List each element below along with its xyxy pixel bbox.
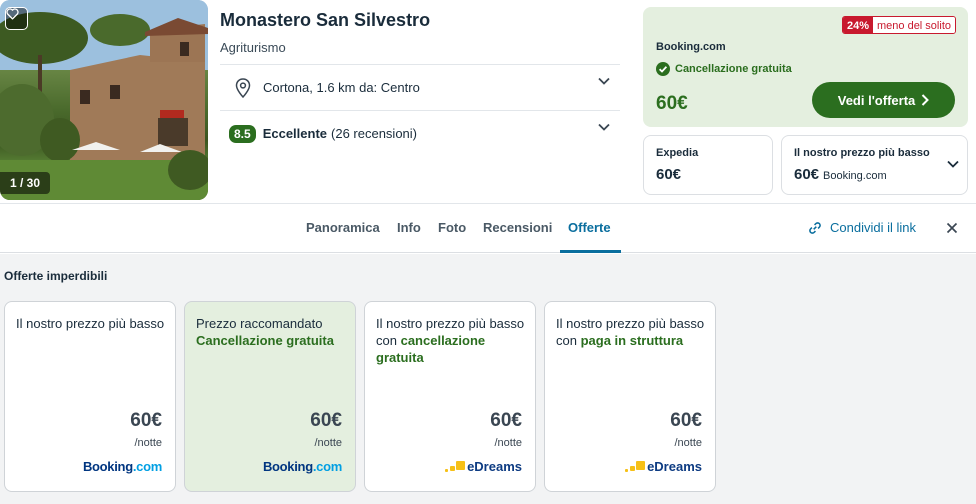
- booking-logo: Booking.com: [262, 459, 342, 474]
- discount-badge: 24% meno del solito: [841, 16, 956, 34]
- deal-price: 60€: [130, 410, 162, 431]
- favorite-button[interactable]: [5, 7, 28, 30]
- cancellation-label: Cancellazione gratuita: [675, 63, 792, 75]
- deal-per-night: /notte: [674, 437, 702, 449]
- tab-recensioni[interactable]: Recensioni: [483, 220, 552, 235]
- deal-highlight: Cancellazione gratuita: [196, 333, 334, 348]
- close-icon[interactable]: [946, 222, 958, 234]
- deal-card-recommended[interactable]: Prezzo raccomandato Cancellazione gratui…: [184, 301, 356, 492]
- deal-per-night: /notte: [494, 437, 522, 449]
- view-offer-label: Vedi l'offerta: [837, 92, 916, 108]
- alt-offer-price: 60€ Booking.com: [794, 166, 887, 183]
- alt-offer-expedia[interactable]: Expedia 60€: [643, 135, 773, 195]
- deals-section: Offerte imperdibili Il nostro prezzo più…: [0, 254, 976, 504]
- deal-price: 60€: [310, 410, 342, 431]
- chevron-down-icon[interactable]: [598, 77, 610, 85]
- main-offer-cancellation: Cancellazione gratuita: [656, 62, 792, 76]
- alt-offer-lowest[interactable]: Il nostro prezzo più basso 60€ Booking.co…: [781, 135, 968, 195]
- rating-score-badge: 8.5: [229, 124, 256, 143]
- hotel-name: Monastero San Silvestro: [220, 10, 431, 30]
- alt-offer-provider: Expedia: [656, 147, 699, 159]
- location-pin-icon: [235, 77, 251, 98]
- rating-count: (26 recensioni): [331, 126, 418, 141]
- booking-logo: Booking.com: [82, 459, 162, 474]
- deal-description: Il nostro prezzo più basso con paga in s…: [556, 316, 705, 348]
- deal-per-night: /notte: [134, 437, 162, 449]
- link-icon: [809, 221, 821, 234]
- share-link-button[interactable]: Condividi il link: [808, 220, 916, 235]
- alt-offer-provider: Il nostro prezzo più basso: [794, 147, 930, 159]
- main-offer-price: 60€: [656, 93, 688, 114]
- active-tab-indicator: [560, 250, 621, 253]
- tab-offerte[interactable]: Offerte: [568, 220, 611, 235]
- heart-icon: [6, 8, 19, 20]
- deal-price: 60€: [490, 410, 522, 431]
- tab-info[interactable]: Info: [397, 220, 421, 235]
- deal-description: Prezzo raccomandato Cancellazione gratui…: [196, 316, 334, 348]
- chevron-right-icon: [922, 94, 930, 106]
- rating-row[interactable]: 8.5 Eccellente (26 recensioni): [220, 110, 620, 156]
- rating-label: Eccellente: [262, 126, 328, 141]
- location-text: Cortona, 1.6 km da: Centro: [263, 80, 420, 95]
- deal-card-lowest[interactable]: Il nostro prezzo più basso 60€ /notte Bo…: [4, 301, 176, 492]
- deal-card-free-cancellation[interactable]: Il nostro prezzo più basso con cancellaz…: [364, 301, 536, 492]
- location-row[interactable]: Cortona, 1.6 km da: Centro: [220, 64, 620, 110]
- deal-card-pay-at-property[interactable]: Il nostro prezzo più basso con paga in s…: [544, 301, 716, 492]
- deal-per-night: /notte: [314, 437, 342, 449]
- photo-counter: 1 / 30: [0, 172, 50, 194]
- alt-offer-price: 60€: [656, 166, 682, 183]
- view-offer-button[interactable]: Vedi l'offerta: [812, 82, 955, 118]
- tab-foto[interactable]: Foto: [438, 220, 466, 235]
- hotel-type: Agriturismo: [220, 40, 286, 55]
- hotel-photo-image: [0, 0, 208, 200]
- share-link-label: Condividi il link: [830, 220, 916, 235]
- tab-bar: Panoramica Info Foto Recensioni Offerte …: [0, 203, 976, 253]
- main-offer-provider: Booking.com: [656, 41, 726, 53]
- chevron-down-icon[interactable]: [947, 160, 959, 168]
- deal-highlight: paga in struttura: [580, 333, 684, 348]
- discount-text: meno del solito: [873, 17, 955, 33]
- deal-description: Il nostro prezzo più basso: [16, 316, 165, 331]
- discount-percent: 24%: [842, 17, 873, 33]
- deals-title: Offerte imperdibili: [4, 269, 108, 283]
- deal-price: 60€: [670, 410, 702, 431]
- check-circle-icon: [656, 62, 670, 76]
- tab-panoramica[interactable]: Panoramica: [306, 220, 380, 235]
- hotel-photo[interactable]: 1 / 30: [0, 0, 208, 200]
- main-offer-card[interactable]: 24% meno del solito Booking.com Cancella…: [643, 7, 968, 127]
- edreams-logo: eDreams: [445, 459, 522, 474]
- edreams-logo: eDreams: [625, 459, 702, 474]
- alt-offer-sub-provider: Booking.com: [823, 170, 887, 182]
- deal-description: Il nostro prezzo più basso con cancellaz…: [376, 316, 525, 365]
- chevron-down-icon[interactable]: [598, 123, 610, 131]
